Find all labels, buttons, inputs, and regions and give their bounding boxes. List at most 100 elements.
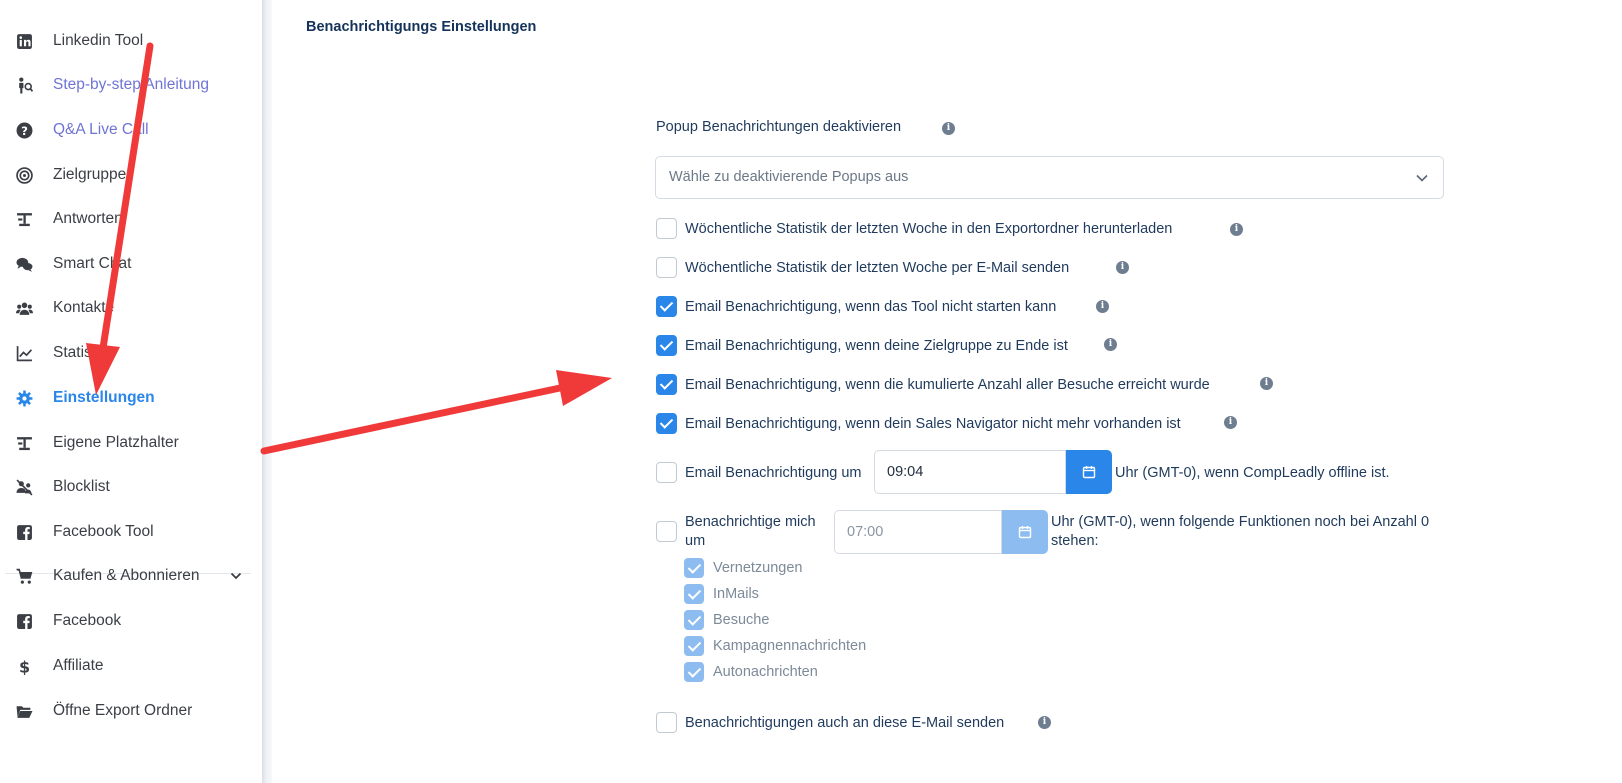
offline-calendar-button[interactable] bbox=[1066, 450, 1112, 494]
info-icon[interactable]: i bbox=[1104, 338, 1117, 351]
calendar-icon bbox=[1018, 526, 1032, 539]
page-title: Benachrichtigungs Einstellungen bbox=[306, 19, 537, 35]
sidebar-item-antworten[interactable]: Antworten bbox=[0, 200, 262, 238]
sidebar-item-label: Statistik bbox=[53, 344, 108, 361]
sidebar-item-label: Zielgruppe bbox=[53, 166, 127, 183]
extra-email-checkbox[interactable] bbox=[656, 712, 677, 733]
popup-select[interactable]: Wähle zu deaktivierende Popups aus bbox=[655, 156, 1444, 199]
info-icon[interactable]: i bbox=[942, 122, 955, 135]
question-circle-icon: ? bbox=[16, 122, 33, 139]
target-group-end-checkbox[interactable] bbox=[656, 335, 677, 356]
option-label: Email Benachrichtigung, wenn dein Sales … bbox=[685, 416, 1181, 432]
info-icon[interactable]: i bbox=[1230, 223, 1243, 236]
offline-suffix: Uhr (GMT-0), wenn CompLeadly offline ist… bbox=[1115, 465, 1390, 481]
sidebar-item-linkedin-tool[interactable]: Linkedin Tool bbox=[0, 22, 262, 60]
sidebar-item-zielgruppe[interactable]: Zielgruppe bbox=[0, 156, 262, 194]
notify-me-checkbox[interactable] bbox=[656, 521, 677, 542]
sidebar-item-label: Öffne Export Ordner bbox=[53, 702, 193, 719]
sidebar-item-kontakte[interactable]: Kontakte bbox=[0, 289, 262, 327]
users-icon bbox=[16, 300, 33, 317]
facebook-icon bbox=[16, 524, 33, 541]
offline-notification-checkbox[interactable] bbox=[656, 462, 677, 483]
sidebar-item-label: Facebook bbox=[53, 612, 122, 629]
weekly-stats-email-checkbox[interactable] bbox=[656, 257, 677, 278]
sidebar-item-step-by-step[interactable]: Step-by-step Anleitung bbox=[0, 66, 262, 104]
function-checkbox-autonachrichten[interactable] bbox=[684, 662, 704, 682]
option-label: Email Benachrichtigung, wenn die kumulie… bbox=[685, 377, 1210, 393]
sidebar-item-label: Kontakte bbox=[53, 299, 115, 316]
function-checkbox-inmails[interactable] bbox=[684, 584, 704, 604]
chart-line-icon bbox=[16, 345, 33, 362]
sidebar-item-eigene-platzhalter[interactable]: Eigene Platzhalter bbox=[0, 424, 262, 462]
popup-select-placeholder: Wähle zu deaktivierende Popups aus bbox=[669, 169, 909, 185]
dollar-icon: $ bbox=[16, 658, 33, 675]
sidebar-item-label: Einstellungen bbox=[53, 389, 155, 406]
sidebar-item-einstellungen[interactable]: Einstellungen bbox=[0, 379, 262, 417]
sidebar-item-qa-live-call[interactable]: ? Q&A Live Call bbox=[0, 111, 262, 149]
function-checkbox-kampagnennachrichten[interactable] bbox=[684, 636, 704, 656]
reply-icon bbox=[16, 211, 33, 228]
calendar-icon bbox=[1082, 466, 1096, 479]
sidebar-item-facebook[interactable]: Facebook bbox=[0, 602, 262, 640]
offline-label: Email Benachrichtigung um bbox=[685, 465, 862, 481]
placeholder-icon bbox=[16, 435, 33, 452]
cart-icon bbox=[16, 568, 33, 585]
info-icon[interactable]: i bbox=[1224, 416, 1237, 429]
sidebar-item-kaufen-abonnieren[interactable]: Kaufen & Abonnieren bbox=[0, 557, 262, 595]
weekly-stats-export-checkbox[interactable] bbox=[656, 218, 677, 239]
notify-suffix-line1: Uhr (GMT-0), wenn folgende Funktionen no… bbox=[1051, 514, 1430, 530]
sidebar-item-label: Q&A Live Call bbox=[53, 121, 149, 138]
notify-label-line2: um bbox=[685, 533, 706, 549]
sidebar-item-label: Smart Chat bbox=[53, 255, 132, 272]
offline-time-input[interactable] bbox=[874, 450, 1066, 494]
info-icon[interactable]: i bbox=[1038, 716, 1051, 729]
extra-email-label: Benachrichtigungen auch an diese E-Mail … bbox=[685, 715, 1005, 731]
notify-suffix-line2: stehen: bbox=[1051, 533, 1099, 549]
function-label: Autonachrichten bbox=[713, 664, 818, 680]
sidebar-item-export-ordner[interactable]: Öffne Export Ordner bbox=[0, 692, 262, 730]
folder-open-icon bbox=[16, 703, 33, 720]
popup-label: Popup Benachrichtungen deaktivieren bbox=[656, 119, 902, 135]
person-guide-icon bbox=[16, 77, 33, 94]
sidebar-item-label: Kaufen & Abonnieren bbox=[53, 567, 200, 584]
chevron-down-icon bbox=[1416, 174, 1428, 182]
sidebar-item-label: Step-by-step Anleitung bbox=[53, 76, 209, 93]
target-icon bbox=[16, 167, 33, 184]
notify-time-input[interactable] bbox=[834, 510, 1002, 554]
sidebar-item-label: Facebook Tool bbox=[53, 523, 154, 540]
chat-icon bbox=[16, 256, 33, 273]
sidebar-item-smart-chat[interactable]: Smart Chat bbox=[0, 245, 262, 283]
info-icon[interactable]: i bbox=[1116, 261, 1129, 274]
info-icon[interactable]: i bbox=[1260, 377, 1273, 390]
settings-panel: Benachrichtigungs Einstellungen Popup Be… bbox=[272, 0, 1622, 783]
sidebar-item-facebook-tool[interactable]: Facebook Tool bbox=[0, 513, 262, 551]
sidebar-item-blocklist[interactable]: Blocklist bbox=[0, 468, 262, 506]
visits-reached-checkbox[interactable] bbox=[656, 374, 677, 395]
sidebar-shadow bbox=[262, 0, 272, 783]
svg-text:?: ? bbox=[21, 124, 28, 138]
function-label: Vernetzungen bbox=[713, 560, 803, 576]
sidebar-item-label: Linkedin Tool bbox=[53, 32, 144, 49]
tool-start-fail-checkbox[interactable] bbox=[656, 296, 677, 317]
option-label: Wöchentliche Statistik der letzten Woche… bbox=[685, 221, 1173, 237]
sidebar-item-label: Antworten bbox=[53, 210, 123, 227]
function-checkbox-besuche[interactable] bbox=[684, 610, 704, 630]
function-checkbox-vernetzungen[interactable] bbox=[684, 558, 704, 578]
gear-icon bbox=[16, 390, 33, 407]
block-users-icon bbox=[16, 479, 33, 496]
svg-text:$: $ bbox=[19, 658, 30, 675]
notify-calendar-button[interactable] bbox=[1002, 510, 1048, 554]
notify-label-line1: Benachrichtige mich bbox=[685, 514, 816, 530]
option-label: Wöchentliche Statistik der letzten Woche… bbox=[685, 260, 1070, 276]
facebook-icon bbox=[16, 613, 33, 630]
function-label: InMails bbox=[713, 586, 759, 602]
chevron-down-icon bbox=[230, 572, 242, 580]
info-icon[interactable]: i bbox=[1096, 300, 1109, 313]
option-label: Email Benachrichtigung, wenn deine Zielg… bbox=[685, 338, 1068, 354]
sidebar-item-statistik[interactable]: Statistik bbox=[0, 334, 262, 372]
sidebar-item-label: Eigene Platzhalter bbox=[53, 434, 179, 451]
sales-navigator-missing-checkbox[interactable] bbox=[656, 413, 677, 434]
function-label: Kampagnennachrichten bbox=[713, 638, 867, 654]
sidebar-item-affiliate[interactable]: $ Affiliate bbox=[0, 647, 262, 685]
sidebar-item-label: Affiliate bbox=[53, 657, 104, 674]
